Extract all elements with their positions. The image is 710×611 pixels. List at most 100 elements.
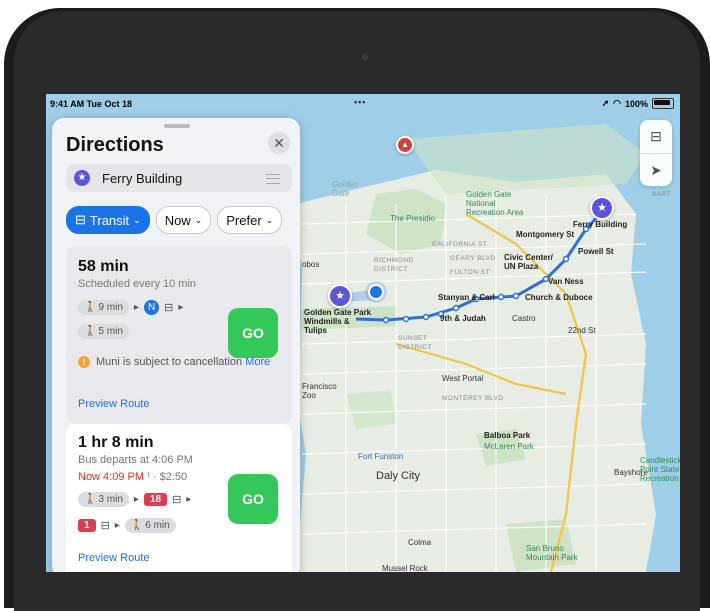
status-time: 9:41 AM Tue Oct 18 xyxy=(50,99,133,109)
map-label-west-portal[interactable]: West Portal xyxy=(442,374,483,383)
service-alert: ! Muni is subject to cancellation More xyxy=(78,354,270,370)
walk-icon: 🚶 xyxy=(130,520,144,531)
wifi-icon: ◠ xyxy=(613,98,621,108)
arrow-icon: ▸ xyxy=(133,494,139,505)
star-icon: ★ xyxy=(74,170,90,186)
chevron-down-icon: ⌄ xyxy=(194,214,203,225)
map-label-montgomery[interactable]: Montgomery St xyxy=(516,230,574,239)
location-icon: ➚ xyxy=(601,98,610,108)
map-label-mclaren[interactable]: McLaren Park xyxy=(484,442,534,451)
time-filter-label: Now xyxy=(164,212,191,228)
time-filter-button[interactable]: Now ⌄ xyxy=(155,206,212,234)
current-location-icon[interactable] xyxy=(368,284,384,300)
realtime-time: Now 4:09 PM xyxy=(78,471,145,483)
filter-bar: ⊟ Transit ⌄ Now ⌄ Prefer ⌄ xyxy=(66,206,283,234)
prefer-filter-button[interactable]: Prefer ⌄ xyxy=(217,206,283,234)
go-button[interactable]: GO xyxy=(228,308,278,358)
walk-time: 6 min xyxy=(145,520,170,531)
map-label-civic-center[interactable]: Civic Center/ UN Plaza xyxy=(504,253,553,271)
reorder-handle-icon[interactable] xyxy=(266,174,280,184)
alert-message: Muni is subject to cancellation xyxy=(96,356,243,368)
battery-icon xyxy=(652,98,674,109)
walk-step: 🚶 6 min xyxy=(124,518,176,533)
route-steps: 🚶 9 min ▸ N ⊟ ▸ xyxy=(78,300,183,315)
map-label-9th-judah[interactable]: 9th & Judah xyxy=(440,314,486,323)
bus-icon: ⊟ xyxy=(100,520,110,532)
prefer-filter-label: Prefer xyxy=(226,212,262,228)
preview-route-link[interactable]: Preview Route xyxy=(78,552,150,564)
route-steps: 🚶 3 min ▸ 18 ⊟ ▸ xyxy=(78,492,191,507)
bus-icon: ⊟ xyxy=(75,212,86,227)
preview-route-link[interactable]: Preview Route xyxy=(78,398,150,410)
transit-mode-icon[interactable]: ⊟ xyxy=(640,120,672,152)
battery-percent: 100% xyxy=(624,98,648,109)
map-label-castro[interactable]: Castro xyxy=(512,314,536,323)
route-option[interactable]: 58 min Scheduled every 10 min 🚶 9 min ▸ N… xyxy=(66,246,292,424)
destination-field[interactable]: ★ Ferry Building xyxy=(66,164,292,192)
walk-time: 3 min xyxy=(98,494,123,505)
chevron-down-icon: ⌄ xyxy=(133,214,141,225)
more-link[interactable]: More xyxy=(245,356,270,368)
transit-filter-button[interactable]: ⊟ Transit ⌄ xyxy=(66,206,150,234)
route-duration: 58 min xyxy=(78,258,129,275)
map-label-mussel-rock[interactable]: Mussel Rock xyxy=(382,564,428,572)
map-label-daly-city[interactable]: Daly City xyxy=(376,471,420,482)
walk-step: 🚶 9 min xyxy=(78,300,129,315)
map-label-candlestick[interactable]: Candlestick Point State Recreation xyxy=(640,456,680,483)
go-button[interactable]: GO xyxy=(228,474,278,524)
map-label-california: CALIFORNIA ST xyxy=(432,241,488,248)
route-realtime: Now 4:09 PM ⁾ · $2.50 xyxy=(78,470,187,483)
map-label-ggnra[interactable]: Golden Gate National Recreation Area xyxy=(466,190,523,217)
map-label-francisco-zoo[interactable]: Francisco Zoo xyxy=(302,382,337,400)
arrow-icon: ▸ xyxy=(133,302,139,313)
map-label-van-ness[interactable]: Van Ness xyxy=(548,277,584,286)
map-label-fulton: FULTON ST xyxy=(450,269,491,276)
map-label-fort-funston[interactable]: Fort Funston xyxy=(358,452,403,461)
ferry-building-pin-icon[interactable]: ★ xyxy=(590,196,614,220)
walk-icon: 🚶 xyxy=(84,326,97,337)
route-schedule: Scheduled every 10 min xyxy=(78,278,197,290)
landmark-pin-icon[interactable]: ▲ xyxy=(396,136,414,154)
close-icon[interactable]: ✕ xyxy=(268,132,290,154)
map-label-monterey: MONTEREY BLVD xyxy=(442,395,504,402)
map-label-ferry-building[interactable]: Ferry Building xyxy=(573,220,627,229)
realtime-icon: ⁾ xyxy=(147,471,150,483)
destination-name: Ferry Building xyxy=(102,171,183,186)
map-label-presidio[interactable]: The Presidio xyxy=(390,214,435,223)
walk-step: 🚶 5 min xyxy=(78,324,129,339)
route-departs: Bus departs at 4:06 PM xyxy=(78,454,193,466)
origin-pin-icon[interactable]: ★ xyxy=(328,284,352,308)
map-label-san-bruno[interactable]: San Bruno Mountain Park xyxy=(526,544,578,562)
map-label-stanyan-carl[interactable]: Stanyan & Carl xyxy=(438,293,495,302)
route-steps-2: 1 ⊟ ▸ 🚶 6 min xyxy=(78,518,176,533)
muni-n-icon: N xyxy=(143,300,160,315)
map-label-obos: obos xyxy=(302,260,320,269)
map-label-gg-park[interactable]: Golden Gate Park Windmills & Tulips xyxy=(304,308,371,335)
arrow-icon: ▸ xyxy=(178,302,184,313)
map-label-balboa-park[interactable]: Balboa Park xyxy=(484,431,530,440)
map-label-church-duboce[interactable]: Church & Duboce xyxy=(525,293,593,302)
route-duration: 1 hr 8 min xyxy=(78,434,154,451)
walk-step: 🚶 3 min xyxy=(78,492,129,507)
chevron-down-icon: ⌄ xyxy=(265,214,274,225)
map-label-richmond: RICHMOND DISTRICT xyxy=(374,257,414,273)
map-label-powell[interactable]: Powell St xyxy=(578,247,614,256)
map-label-colma[interactable]: Colma xyxy=(408,538,431,547)
map-label-22nd-st[interactable]: 22nd St xyxy=(568,326,596,335)
panel-grabber[interactable] xyxy=(164,124,190,128)
alert-text: Muni is subject to cancellation More xyxy=(96,354,270,370)
map-label-sunset: SUNSET DISTRICT xyxy=(398,335,432,351)
bus-icon: ⊟ xyxy=(172,494,182,506)
route-steps-2: 🚶 5 min xyxy=(78,324,129,339)
multitask-dots[interactable]: ••• xyxy=(354,97,366,107)
bus-line-badge: 1 xyxy=(78,519,96,532)
page-title: Directions xyxy=(66,134,164,156)
map-label-golden-gate: Golden Gate xyxy=(332,180,358,198)
status-bar: 9:41 AM Tue Oct 18 ••• ➚ ◠ 100% xyxy=(46,94,680,114)
bus-line-badge: 18 xyxy=(143,493,168,506)
camera-icon xyxy=(360,52,370,62)
location-arrow-icon[interactable]: ➤ xyxy=(640,153,672,186)
route-option[interactable]: 1 hr 8 min Bus departs at 4:06 PM Now 4:… xyxy=(66,424,292,572)
walk-time: 9 min xyxy=(98,302,123,313)
bus-icon: ⊟ xyxy=(164,302,174,314)
